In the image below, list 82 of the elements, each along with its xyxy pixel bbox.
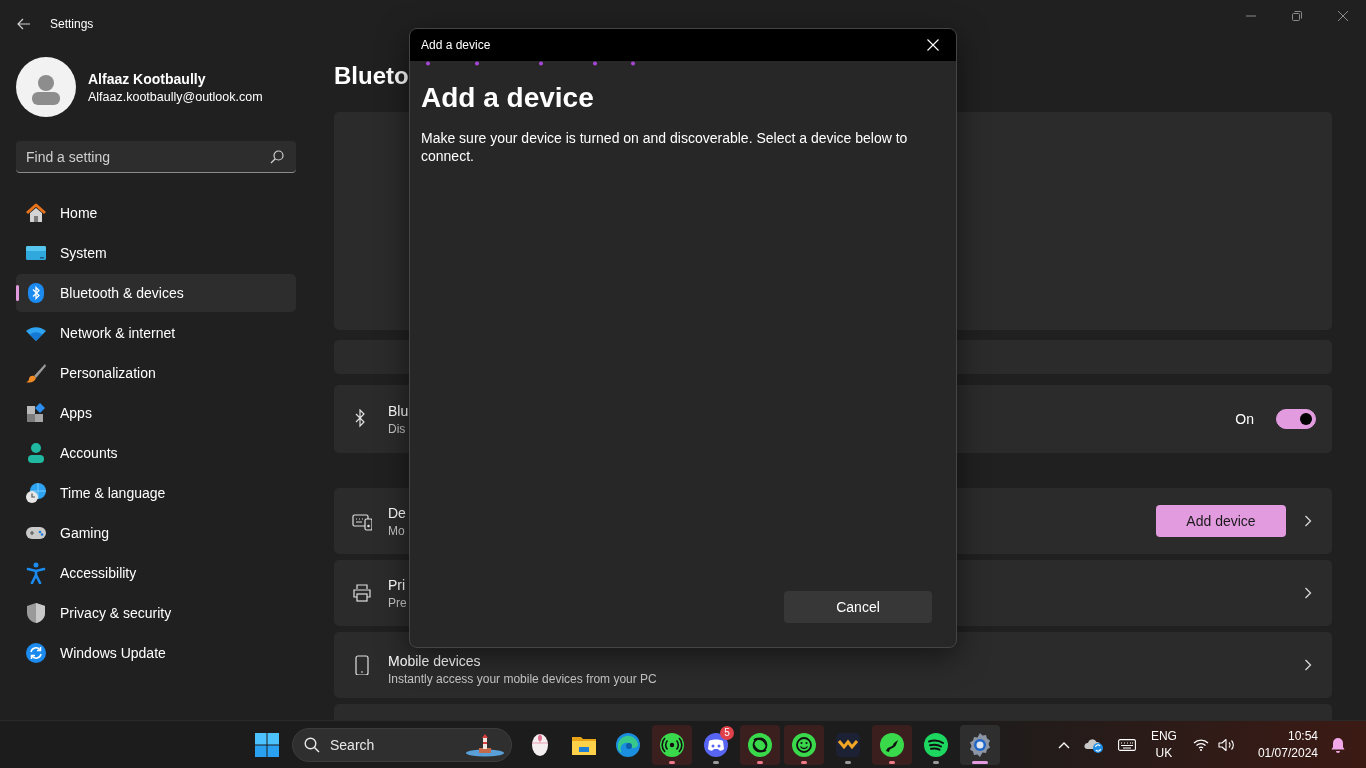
row-title: Pri — [388, 576, 407, 593]
row-subtitle: Pre — [388, 595, 407, 610]
settings-search-input[interactable]: Find a setting — [26, 141, 270, 172]
nav-item[interactable]: Time & language — [16, 474, 296, 512]
nav-item[interactable]: Accessibility — [16, 554, 296, 592]
restore-icon — [1292, 11, 1302, 21]
nav-item[interactable]: Personalization — [16, 354, 296, 392]
keyboard-icon — [1117, 738, 1136, 751]
row-subtitle: Instantly access your mobile devices from your PC — [388, 671, 657, 686]
paintbrush-icon — [25, 362, 47, 384]
lighthouse-icon — [465, 732, 505, 757]
language-button[interactable]: ENG UK — [1142, 727, 1185, 762]
settings-search-field[interactable]: Find a setting — [16, 141, 296, 173]
nav-item[interactable]: Windows Update — [16, 634, 296, 672]
browser-icon — [614, 730, 642, 759]
bell-icon — [1331, 736, 1345, 753]
row-title: Blu — [388, 402, 409, 419]
sound-bars-icon — [922, 730, 950, 759]
taskbar-search-field[interactable]: Search — [292, 727, 512, 762]
search-icon — [304, 736, 320, 753]
search-icon — [270, 149, 284, 164]
broadcast-icon — [658, 730, 686, 759]
zigzag-logo-icon — [834, 730, 862, 759]
nav-item[interactable]: Apps — [16, 394, 296, 432]
taskbar-app-button[interactable] — [784, 724, 824, 765]
window-title: Settings — [50, 17, 94, 31]
chevron-right-icon — [1304, 515, 1312, 527]
row-title: Mobile devices — [388, 652, 482, 669]
row-subtitle: Mo — [388, 523, 406, 538]
taskbar-app-button[interactable] — [740, 724, 780, 765]
taskbar-search-input[interactable]: Search — [330, 729, 440, 760]
nav-item[interactable]: Network & internet — [16, 314, 296, 352]
back-arrow-icon — [17, 18, 31, 30]
globe-clock-icon — [25, 482, 47, 504]
row-subtitle: Dis — [388, 421, 407, 436]
dialog-message: Make sure your device is turned on and discoverable. Select a device below to connect. — [421, 129, 909, 165]
nav-item[interactable]: Gaming — [16, 514, 296, 552]
nav-item[interactable]: System — [16, 234, 296, 272]
wifi-icon — [1192, 738, 1209, 751]
chevron-up-icon — [1057, 740, 1070, 749]
toggle-switch[interactable] — [1276, 409, 1316, 429]
user-email: Alfaaz.kootbaully@outlook.com — [88, 89, 263, 104]
shield-icon — [25, 602, 47, 624]
add-device-button[interactable]: Add device — [1156, 505, 1286, 537]
page-title: Blueto — [334, 61, 409, 91]
chat-app-icon — [702, 730, 730, 759]
close-icon — [1338, 11, 1348, 21]
smiley-icon — [790, 730, 818, 759]
cloud-sync-icon — [1083, 736, 1104, 753]
apps-icon — [25, 402, 47, 424]
close-icon — [927, 39, 939, 51]
nav-item[interactable]: Bluetooth & devices — [16, 274, 296, 312]
phone-icon — [352, 655, 372, 675]
chevron-right-icon — [1304, 587, 1312, 599]
snake-logo-icon — [878, 730, 906, 759]
home-icon — [25, 202, 47, 224]
toggle-label: On — [1235, 411, 1254, 427]
nav-item[interactable]: Privacy & security — [16, 594, 296, 632]
avatar-icon — [16, 57, 76, 117]
row-title: De — [388, 504, 406, 521]
clock-button[interactable]: 10:54 01/07/2024 — [1243, 727, 1324, 762]
update-icon — [25, 642, 47, 664]
windows-logo-icon — [255, 732, 279, 757]
taskbar-app-button[interactable] — [652, 724, 692, 765]
taskbar-app-button[interactable] — [872, 724, 912, 765]
notification-count: 5 — [720, 725, 734, 740]
taskbar-app-button[interactable] — [960, 724, 1000, 765]
swirl-app-icon — [746, 730, 774, 759]
dialog-heading: Add a device — [421, 81, 595, 115]
nav-item[interactable]: Home — [16, 194, 296, 232]
cancel-button[interactable]: Cancel — [784, 591, 932, 623]
dialog-title: Add a device — [421, 38, 491, 52]
chevron-right-icon — [1304, 659, 1312, 671]
person-icon — [25, 442, 47, 464]
taskbar-app-button[interactable]: 5 — [696, 724, 736, 765]
keyboard-icon — [352, 511, 372, 531]
bluetooth-icon — [25, 282, 47, 304]
user-name: Alfaaz Kootbaully — [88, 70, 207, 87]
printer-icon — [352, 583, 372, 603]
volume-icon — [1217, 737, 1236, 752]
nav-item[interactable]: Accounts — [16, 434, 296, 472]
accessibility-icon — [25, 562, 47, 584]
